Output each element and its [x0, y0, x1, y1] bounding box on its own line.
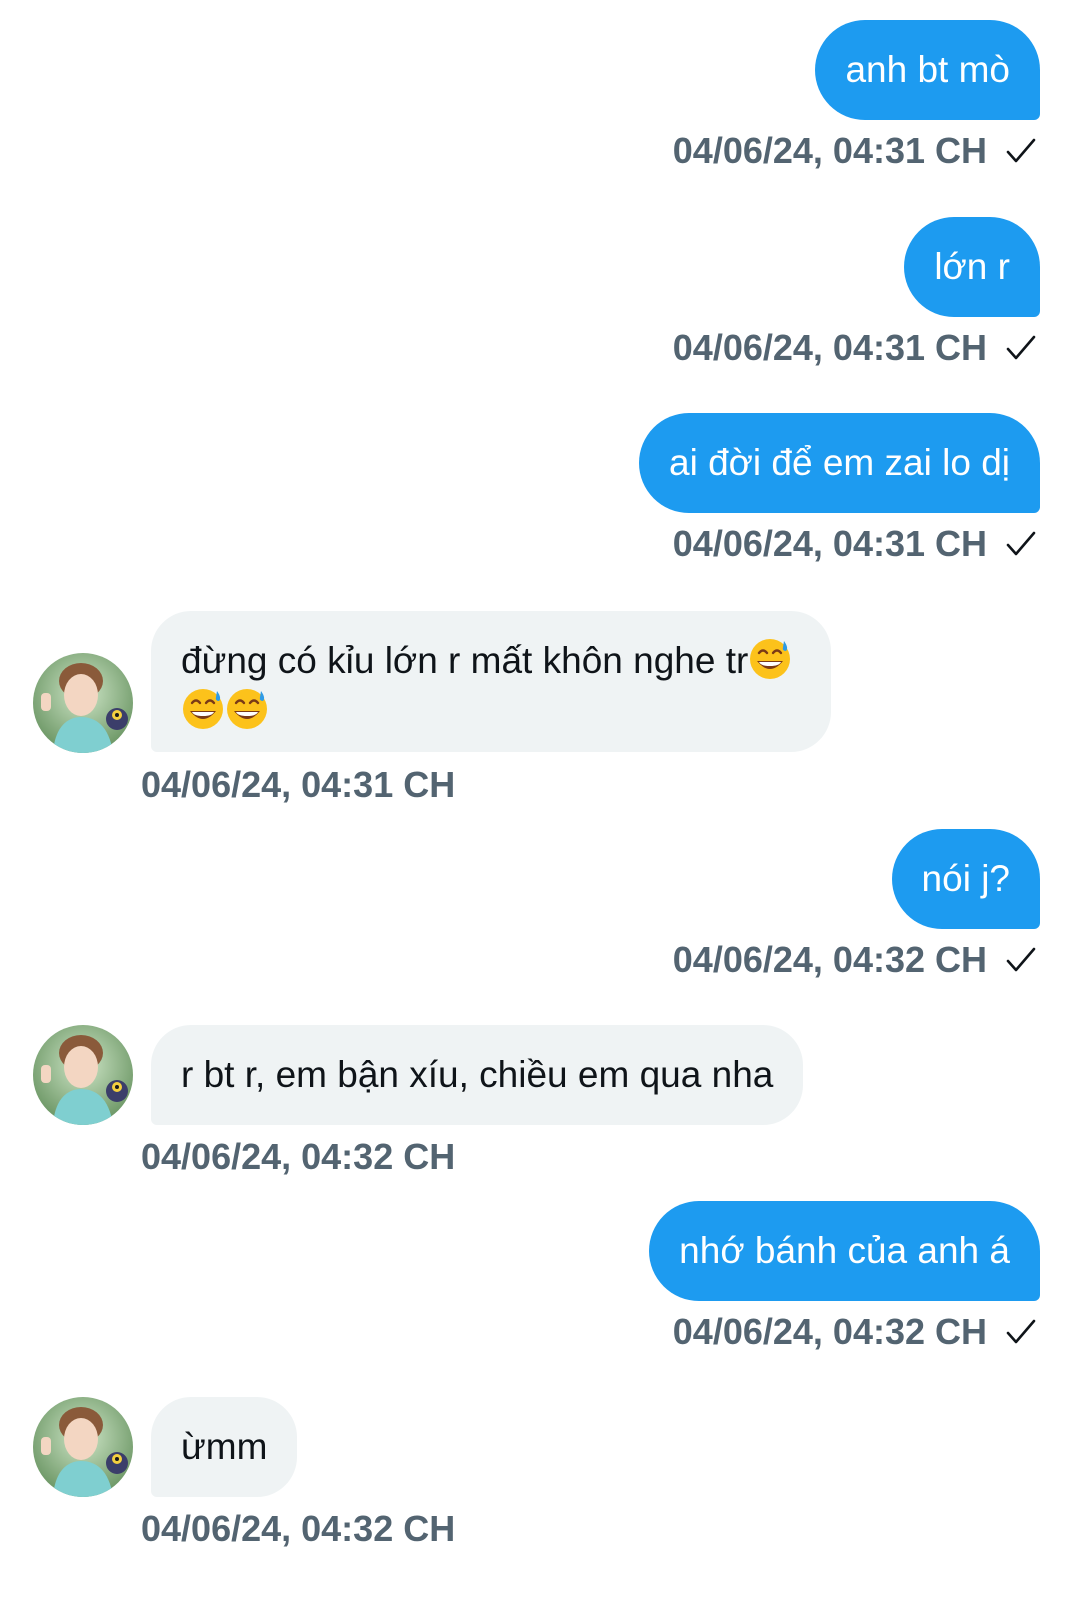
conversation-thread: anh bt mò 04/06/24, 04:31 CH lớn r 04/06…	[0, 0, 1075, 1613]
message-timestamp: 04/06/24, 04:32 CH	[141, 1508, 456, 1549]
message-timestamp: 04/06/24, 04:31 CH	[673, 126, 1037, 176]
timestamp-text: 04/06/24, 04:31 CH	[672, 523, 987, 564]
grinning-sweat-emoji-icon	[183, 689, 223, 729]
checkmark-icon	[1006, 947, 1036, 972]
message-timestamp: 04/06/24, 04:31 CH	[673, 519, 1037, 569]
contact-avatar[interactable]	[33, 1025, 133, 1125]
outgoing-message-bubble[interactable]: nhớ bánh của anh á	[649, 1201, 1040, 1301]
contact-avatar[interactable]	[33, 1397, 133, 1497]
contact-avatar[interactable]	[33, 653, 133, 753]
avatar-photo	[33, 653, 133, 753]
timestamp-text: 04/06/24, 04:31 CH	[672, 327, 987, 368]
timestamp-text: 04/06/24, 04:32 CH	[672, 939, 987, 980]
message-timestamp: 04/06/24, 04:31 CH	[141, 764, 456, 805]
outgoing-message-bubble[interactable]: lớn r	[904, 217, 1040, 317]
checkmark-icon	[1006, 1319, 1036, 1344]
outgoing-message-bubble[interactable]: nói j?	[891, 829, 1040, 929]
outgoing-message-bubble[interactable]: ai đời để em zai lo dị	[639, 413, 1040, 513]
message-timestamp: 04/06/24, 04:32 CH	[673, 935, 1037, 985]
timestamp-text: 04/06/24, 04:32 CH	[672, 1311, 987, 1352]
checkmark-icon	[1006, 531, 1036, 556]
incoming-message-bubble[interactable]: ừmm	[151, 1397, 298, 1497]
message-timestamp: 04/06/24, 04:31 CH	[673, 323, 1037, 373]
checkmark-icon	[1006, 138, 1036, 163]
avatar-photo	[33, 1025, 133, 1125]
avatar-photo	[33, 1397, 133, 1497]
incoming-message-bubble[interactable]: đừng có kỉu lớn r mất khôn nghe tr	[151, 611, 831, 752]
checkmark-icon	[1006, 335, 1036, 360]
message-text: đừng có kỉu lớn r mất khôn nghe tr	[181, 640, 749, 681]
incoming-message-bubble[interactable]: r bt r, em bận xíu, chiều em qua nha	[151, 1025, 804, 1125]
message-timestamp: 04/06/24, 04:32 CH	[673, 1307, 1037, 1357]
message-timestamp: 04/06/24, 04:32 CH	[141, 1136, 456, 1177]
grinning-sweat-emoji-icon	[750, 639, 791, 679]
grinning-sweat-emoji-icon	[227, 689, 267, 729]
outgoing-message-bubble[interactable]: anh bt mò	[815, 20, 1040, 120]
timestamp-text: 04/06/24, 04:31 CH	[672, 130, 987, 171]
